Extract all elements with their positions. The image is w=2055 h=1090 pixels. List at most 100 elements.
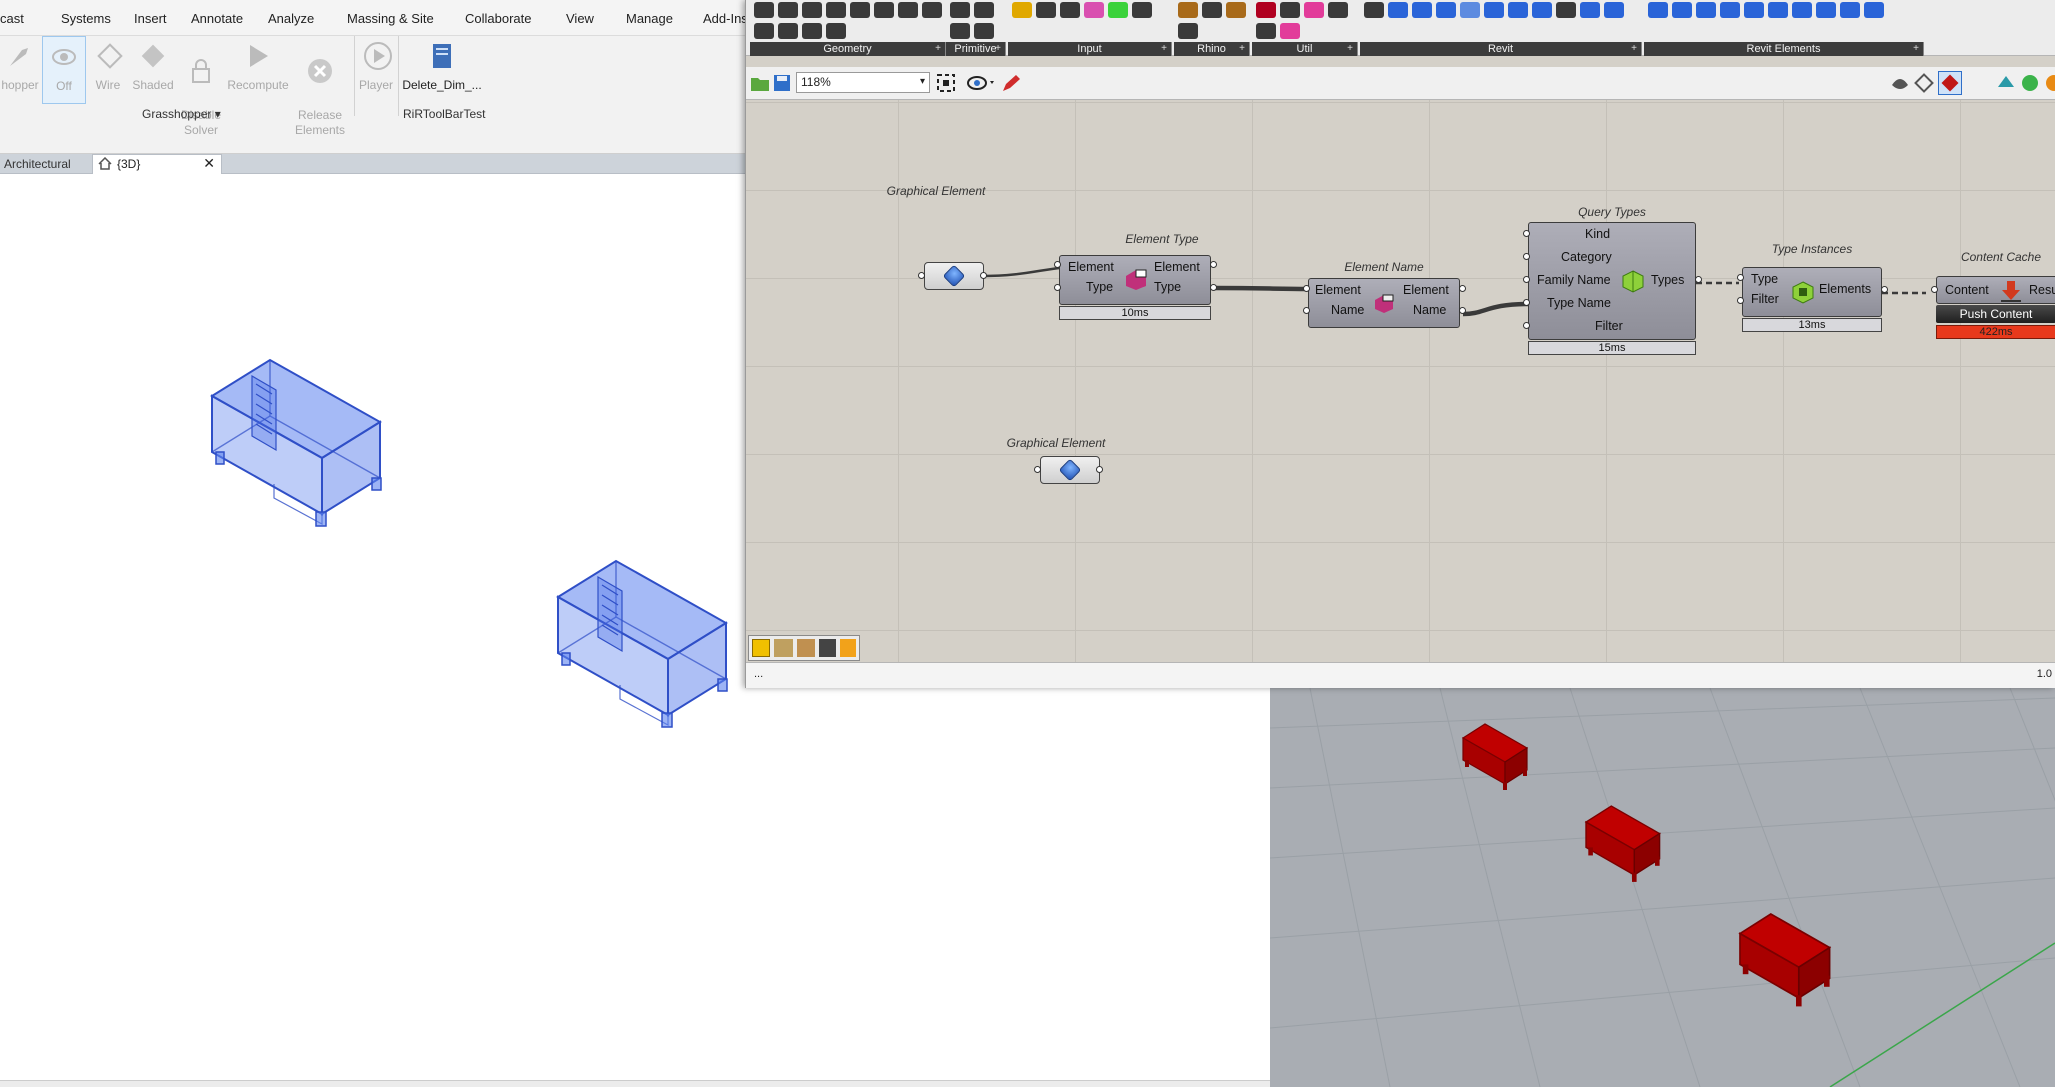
close-icon[interactable]: ✕	[203, 155, 215, 172]
zoom-extents-icon[interactable]	[936, 73, 958, 96]
input-grip[interactable]	[1303, 307, 1310, 314]
shaded-button[interactable]: Shaded	[130, 36, 176, 106]
gh-canvas[interactable]: Graphical Element Graphical Element Elem…	[746, 100, 2055, 662]
ribbon-tab-view[interactable]: View	[566, 11, 594, 26]
input-grip[interactable]	[1523, 299, 1530, 306]
shaded-mode-icon[interactable]	[1938, 71, 1962, 95]
ribbon-tab-analyze[interactable]: Analyze	[268, 11, 314, 26]
output-grip[interactable]	[1459, 307, 1466, 314]
input-grip[interactable]	[1523, 253, 1530, 260]
calculator-icon[interactable]	[819, 639, 836, 657]
input-grip[interactable]	[1054, 284, 1061, 291]
status-text: ...	[754, 668, 764, 680]
ribbon-tab-collaborate[interactable]: Collaborate	[465, 11, 532, 26]
input-grip[interactable]	[1303, 285, 1310, 292]
output-grip[interactable]	[1459, 285, 1466, 292]
tab-3d-view[interactable]: {3D} ✕	[92, 154, 222, 174]
open-file-icon[interactable]	[750, 74, 770, 95]
gh-status-bar: ... 1.0	[746, 662, 2055, 688]
chevron-down-icon: ▾	[919, 76, 925, 87]
input-grip[interactable]	[1034, 466, 1041, 473]
gh-group-rhino[interactable]: Rhino	[1174, 0, 1250, 56]
rhino-desk-preview	[1585, 805, 1661, 883]
push-content-button[interactable]: Push Content	[1936, 305, 2055, 323]
preview-mode-icon[interactable]	[1890, 73, 1910, 96]
wireframe-mode-icon[interactable]	[1914, 73, 1934, 96]
desk-element[interactable]	[211, 359, 382, 527]
zoom-dropdown[interactable]: 118% ▾	[796, 72, 930, 93]
type-instances-title: Type Instances	[1771, 242, 1853, 256]
input-grip[interactable]	[918, 272, 925, 279]
graphical-element-param[interactable]	[1040, 456, 1100, 484]
grasshopper-button[interactable]: hopper	[0, 36, 40, 106]
bake-icon[interactable]	[1996, 73, 2016, 96]
input-grip[interactable]	[1523, 322, 1530, 329]
ribbon-tab-annotate[interactable]: Annotate	[191, 11, 243, 26]
preview-eye-icon[interactable]	[966, 73, 996, 96]
release-elements-button[interactable]: Release Elements	[292, 36, 348, 137]
rir-panel-label: RiRToolBarTest	[403, 107, 486, 121]
type-instances-component[interactable]: Type Filter Elements	[1742, 267, 1882, 317]
revit-ribbon-tabs: cast Systems Insert Annotate Analyze Mas…	[0, 0, 745, 36]
gh-group-revit[interactable]: Revit	[1360, 0, 1642, 56]
player-icon	[358, 36, 398, 76]
disable-solver-button[interactable]: Disable Solver	[178, 36, 224, 137]
gh-group-geometry[interactable]: Geometry	[750, 0, 946, 56]
input-grip[interactable]	[1737, 274, 1744, 281]
output-grip[interactable]	[1695, 276, 1702, 283]
preview-off-button[interactable]: Off	[42, 36, 86, 104]
content-cache-component[interactable]: Content Resu	[1936, 276, 2055, 304]
element-type-component[interactable]: Element Type Element Type	[1059, 255, 1211, 305]
grasshopper-panel-label[interactable]: Grasshopper ▾	[142, 107, 221, 121]
wire-icon	[90, 36, 130, 76]
gh-group-primitive[interactable]: Primitive	[946, 0, 1006, 56]
input-grip[interactable]	[1054, 261, 1061, 268]
ribbon-tab-massing-site[interactable]: Massing & Site	[347, 11, 434, 26]
gh-group-input[interactable]: Input	[1008, 0, 1172, 56]
document-icon	[422, 36, 462, 76]
graphical-element-param[interactable]	[924, 262, 984, 290]
output-grip[interactable]	[1881, 286, 1888, 293]
revit-3d-canvas[interactable]	[0, 175, 1075, 1087]
gh-group-util[interactable]: Util	[1252, 0, 1358, 56]
solver-icon[interactable]	[2020, 73, 2040, 96]
element-name-component[interactable]: Element Name Element Name	[1308, 278, 1460, 328]
grasshopper-logo-icon[interactable]	[752, 639, 771, 657]
gh-group-revit-elements[interactable]: Revit Elements	[1644, 0, 1924, 56]
ribbon-tab-manage[interactable]: Manage	[626, 11, 673, 26]
tab-architectural[interactable]: Architectural	[0, 154, 75, 174]
wire	[1213, 285, 1309, 290]
delete-dim-button[interactable]: Delete_Dim_...	[402, 36, 482, 106]
sketch-pen-icon[interactable]	[1000, 73, 1022, 96]
ribbon-tab-systems[interactable]: Systems	[61, 11, 111, 26]
close-circle-icon	[300, 51, 340, 91]
input-grip[interactable]	[1931, 286, 1938, 293]
input-grip[interactable]	[1523, 276, 1530, 283]
content-cache-title: Content Cache	[1960, 250, 2042, 264]
cube-icon[interactable]	[839, 639, 856, 657]
plugin-icon[interactable]	[2044, 73, 2055, 96]
ribbon-tab-precast[interactable]: cast	[0, 11, 24, 26]
revit-ribbon-panel: hopper Off Wire Shaded Disable Solver Re…	[0, 36, 745, 154]
input-grip[interactable]	[1737, 297, 1744, 304]
input-grip[interactable]	[1523, 230, 1530, 237]
gh-widget-bar	[748, 635, 860, 661]
ribbon-divider	[354, 36, 355, 116]
wire-button[interactable]: Wire	[90, 36, 126, 106]
cluster-icon[interactable]	[774, 639, 793, 657]
query-types-component[interactable]: Kind Category Family Name Type Name Filt…	[1528, 222, 1696, 340]
output-grip[interactable]	[1210, 284, 1217, 291]
recompute-button[interactable]: Recompute	[226, 36, 290, 106]
rhino-viewport[interactable]	[1269, 687, 2055, 1088]
ribbon-tab-insert[interactable]: Insert	[134, 11, 167, 26]
save-icon[interactable]	[773, 74, 791, 95]
output-grip[interactable]	[1210, 261, 1217, 268]
shaded-icon	[133, 36, 173, 76]
output-grip[interactable]	[1096, 466, 1103, 473]
network-icon[interactable]	[796, 639, 816, 657]
output-grip[interactable]	[980, 272, 987, 279]
desk-element[interactable]	[557, 560, 728, 728]
player-button[interactable]: Player	[358, 36, 394, 106]
element-name-icon	[1373, 293, 1395, 318]
ribbon-tab-add-ins[interactable]: Add-Ins	[703, 11, 745, 26]
